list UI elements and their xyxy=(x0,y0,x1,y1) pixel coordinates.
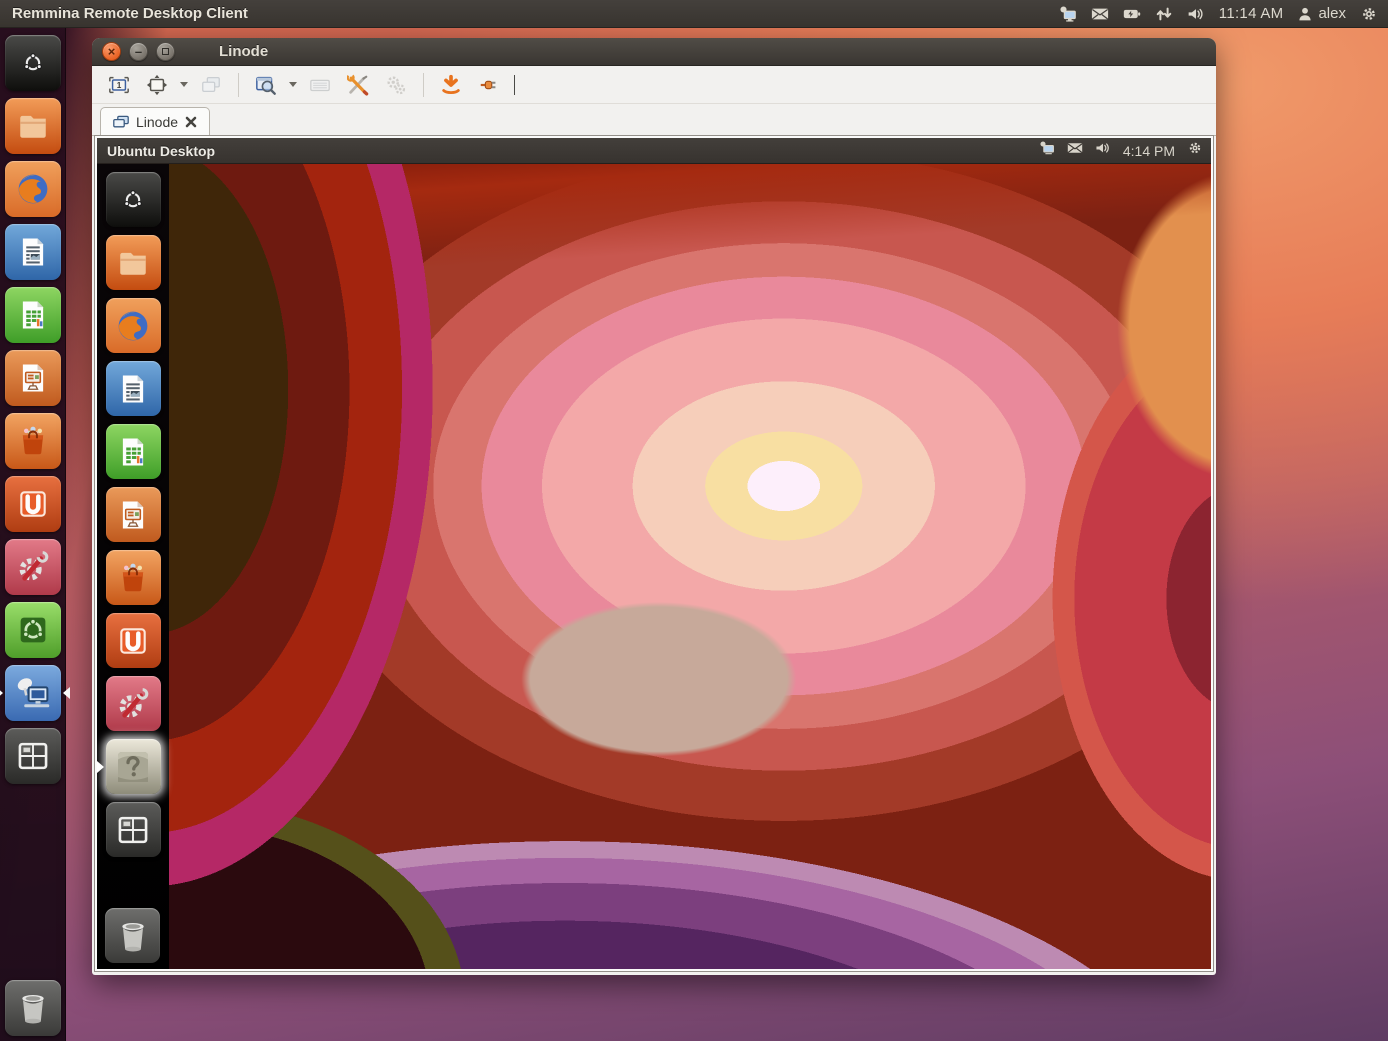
launcher-ubuntu-one[interactable] xyxy=(5,476,61,532)
remote-launcher-ubuntu-software-center[interactable] xyxy=(106,550,161,605)
user-menu[interactable]: alex xyxy=(1297,5,1346,22)
launcher-ubuntu-software-center[interactable] xyxy=(5,413,61,469)
remote-tray: 4:14 PM xyxy=(1039,140,1211,161)
sync-indicator-icon[interactable] xyxy=(1155,5,1173,23)
toolbar-separator xyxy=(238,73,239,97)
remote-desktop-indicator-icon[interactable] xyxy=(1039,140,1055,161)
grab-keyboard-icon[interactable] xyxy=(303,70,337,100)
remote-desktop[interactable] xyxy=(97,164,1211,969)
svg-text:1: 1 xyxy=(117,81,122,90)
window-maximize-button[interactable] xyxy=(156,42,175,61)
remote-launcher-system-settings[interactable] xyxy=(106,676,161,731)
remote-panel-title: Ubuntu Desktop xyxy=(97,143,1039,159)
session-gear-icon[interactable] xyxy=(1360,5,1378,23)
host-clock[interactable]: 11:14 AM xyxy=(1219,5,1284,22)
mail-indicator-icon[interactable] xyxy=(1091,5,1109,23)
volume-indicator-icon[interactable] xyxy=(1095,140,1111,161)
remote-launcher-libreoffice-impress[interactable] xyxy=(106,487,161,542)
window-minimize-button[interactable]: – xyxy=(129,42,148,61)
toolbar-text-cursor xyxy=(514,75,515,95)
running-indicator-arrow xyxy=(0,687,3,699)
launcher-ubuntu-software[interactable] xyxy=(5,602,61,658)
remmina-window: × – Linode 1 xyxy=(92,38,1216,975)
tab-close-icon[interactable] xyxy=(185,116,197,128)
launcher-workspace-switcher[interactable] xyxy=(5,728,61,784)
window-close-button[interactable]: × xyxy=(102,42,121,61)
username-label: alex xyxy=(1318,5,1346,22)
battery-indicator-icon[interactable] xyxy=(1123,5,1141,23)
fit-window-icon[interactable]: 1 xyxy=(102,70,136,100)
window-titlebar[interactable]: × – Linode xyxy=(92,38,1216,66)
launcher-dash-home[interactable] xyxy=(5,35,61,91)
remmina-toolbar: 1 xyxy=(92,66,1216,104)
toggle-scaled-mode-icon[interactable] xyxy=(249,70,283,100)
remote-desktop-indicator-icon[interactable] xyxy=(1059,5,1077,23)
remote-unity-launcher xyxy=(97,164,169,969)
remote-launcher-trash[interactable] xyxy=(105,908,160,963)
settings-gears-icon[interactable] xyxy=(379,70,413,100)
toolbar-separator xyxy=(423,73,424,97)
host-top-panel: Remmina Remote Desktop Client 11:14 AM a… xyxy=(0,0,1388,28)
tab-bar: Linode xyxy=(92,104,1216,136)
launcher-libreoffice-calc[interactable] xyxy=(5,287,61,343)
remote-session-view: Ubuntu Desktop 4:14 PM xyxy=(95,136,1213,971)
panel-window-title: Remmina Remote Desktop Client xyxy=(0,5,1059,22)
remote-launcher-unknown-app[interactable] xyxy=(106,739,161,794)
remote-top-panel: Ubuntu Desktop 4:14 PM xyxy=(97,138,1211,164)
remote-launcher-workspace-switcher[interactable] xyxy=(106,802,161,857)
focused-indicator-arrow xyxy=(63,687,70,699)
remote-launcher-libreoffice-calc[interactable] xyxy=(106,424,161,479)
tab-linode[interactable]: Linode xyxy=(100,107,210,135)
remote-clock[interactable]: 4:14 PM xyxy=(1123,143,1175,159)
volume-indicator-icon[interactable] xyxy=(1187,5,1205,23)
remote-launcher-ubuntu-one[interactable] xyxy=(106,613,161,668)
launcher-libreoffice-impress[interactable] xyxy=(5,350,61,406)
toggle-fullscreen-icon[interactable] xyxy=(140,70,174,100)
launcher-libreoffice-writer[interactable] xyxy=(5,224,61,280)
fullscreen-dropdown-arrow[interactable] xyxy=(180,82,188,87)
launcher-home-folder[interactable] xyxy=(5,98,61,154)
host-unity-launcher xyxy=(0,28,66,1041)
remote-launcher-dash-home[interactable] xyxy=(106,172,161,227)
remote-launcher-home-folder[interactable] xyxy=(106,235,161,290)
launcher-trash[interactable] xyxy=(5,980,61,1036)
launcher-system-settings[interactable] xyxy=(5,539,61,595)
launcher-remmina[interactable] xyxy=(5,665,61,721)
remote-launcher-libreoffice-writer[interactable] xyxy=(106,361,161,416)
minimize-to-tray-icon[interactable] xyxy=(434,70,468,100)
remote-session-gear-icon[interactable] xyxy=(1187,140,1203,161)
tools-icon[interactable] xyxy=(341,70,375,100)
remote-launcher-firefox[interactable] xyxy=(106,298,161,353)
remote-wallpaper[interactable] xyxy=(169,164,1211,969)
window-title: Linode xyxy=(219,43,268,60)
launcher-firefox[interactable] xyxy=(5,161,61,217)
scaled-dropdown-arrow[interactable] xyxy=(289,82,297,87)
remote-focused-indicator-arrow xyxy=(97,761,104,773)
tab-label: Linode xyxy=(136,114,178,130)
mail-indicator-icon[interactable] xyxy=(1067,140,1083,161)
switch-tabs-icon[interactable] xyxy=(194,70,228,100)
tab-window-icon xyxy=(113,115,129,129)
disconnect-icon[interactable] xyxy=(472,70,506,100)
host-tray: 11:14 AM alex xyxy=(1059,5,1388,23)
